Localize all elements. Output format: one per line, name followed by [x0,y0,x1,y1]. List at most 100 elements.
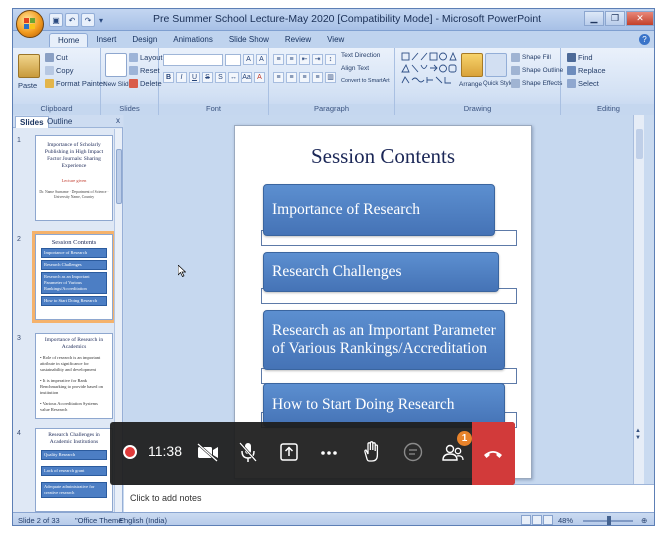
find-label: Find [578,53,593,62]
help-icon[interactable]: ? [639,34,650,45]
arrange-button[interactable]: Arrange [459,81,482,88]
fit-to-window-icon[interactable]: ⊕ [641,516,647,525]
slide-thumbnail-2[interactable]: 2 Session Contents Importance of Researc… [17,231,116,323]
language-indicator[interactable]: English (India) [119,516,167,525]
paste-icon[interactable] [18,54,40,78]
text-direction-button[interactable]: Text Direction [341,52,380,59]
meeting-controls: 11:38 1 [110,422,515,485]
font-name-box[interactable] [163,54,223,66]
tab-review[interactable]: Review [277,33,319,47]
shapes-gallery-icon[interactable] [401,52,457,86]
find-button[interactable]: Find [567,53,593,62]
new-slide-button[interactable]: New Slide [103,81,132,88]
camera-off-icon[interactable] [195,439,221,465]
restore-icon[interactable]: ❐ [605,11,625,26]
char-spacing-icon[interactable]: ↔ [228,72,239,83]
convert-smartart-button[interactable]: Convert to SmartArt [341,78,390,84]
slide-item-importance[interactable]: Importance of Research [263,184,495,236]
decrease-indent-icon[interactable]: ⇤ [299,54,310,65]
grow-font-icon[interactable]: A [243,54,254,65]
leave-call-button[interactable] [472,422,515,485]
slide-sorter-view-icon[interactable] [532,515,542,525]
justify-icon[interactable]: ≡ [312,72,323,83]
bullets-icon[interactable]: ≡ [273,54,284,65]
raise-hand-icon[interactable] [358,439,384,465]
customize-toolbar-icon[interactable]: ▾ [97,13,105,27]
align-center-icon[interactable]: ≡ [286,72,297,83]
tab-home[interactable]: Home [49,33,89,47]
underline-icon[interactable]: U [189,72,200,83]
shadow-icon[interactable]: S [215,72,226,83]
line-spacing-icon[interactable]: ↕ [325,54,336,65]
shape-fill-button[interactable]: Shape Fill [511,53,551,62]
tab-view[interactable]: View [319,33,352,47]
shape-effects-button[interactable]: Shape Effects [511,79,562,88]
italic-icon[interactable]: I [176,72,187,83]
font-color-icon[interactable]: A [254,72,265,83]
replace-button[interactable]: Replace [567,66,606,75]
tab-animations[interactable]: Animations [165,33,221,47]
mic-off-icon[interactable] [235,439,261,465]
copy-button[interactable]: Copy [45,66,74,75]
font-size-box[interactable] [225,54,241,66]
slide-thumbnail-3[interactable]: 3 Importance of Research in Academics • … [17,333,115,421]
notes-placeholder: Click to add notes [130,493,202,503]
tab-insert[interactable]: Insert [88,33,124,47]
shape-outline-button[interactable]: Shape Outline [511,66,563,75]
align-text-button[interactable]: Align Text [341,65,369,72]
close-icon[interactable]: ✕ [626,11,654,26]
tab-design[interactable]: Design [124,33,165,47]
align-left-icon[interactable]: ≡ [273,72,284,83]
slide-thumbnail-4[interactable]: 4 Research Challenges in Academic Instit… [17,428,115,512]
normal-view-icon[interactable] [521,515,531,525]
shrink-font-icon[interactable]: A [256,54,267,65]
slide-item-rankings[interactable]: Research as an Important Parameter of Va… [263,310,505,370]
chat-icon[interactable] [400,439,426,465]
arrange-icon[interactable] [461,53,483,77]
notes-pane[interactable]: Click to add notes [124,484,654,512]
recording-indicator-icon [123,445,137,459]
office-button[interactable] [16,10,44,38]
more-options-icon[interactable] [316,439,342,465]
increase-indent-icon[interactable]: ⇥ [312,54,323,65]
editor-scrollbar[interactable]: ▲ ▼ [633,115,644,484]
slide-item-challenges[interactable]: Research Challenges [263,252,499,292]
delete-button[interactable]: Delete [129,79,162,88]
strikethrough-icon[interactable]: S [202,72,213,83]
tab-slide-show[interactable]: Slide Show [221,33,277,47]
zoom-slider-knob[interactable] [607,516,611,525]
panel-close-icon[interactable]: x [116,116,120,125]
select-button[interactable]: Select [567,79,599,88]
quick-styles-icon[interactable] [485,53,507,77]
share-screen-icon[interactable] [276,439,302,465]
reset-button[interactable]: Reset [129,66,160,75]
cut-label: Cut [56,53,68,62]
change-case-icon[interactable]: Aa [241,72,252,83]
page-nav-arrows-icon[interactable]: ▲ ▼ [635,428,641,442]
redo-icon[interactable]: ↷ [81,13,95,27]
bold-icon[interactable]: B [163,72,174,83]
slide-title[interactable]: Session Contents [235,144,531,169]
new-slide-icon[interactable] [105,53,127,77]
undo-icon[interactable]: ↶ [65,13,79,27]
format-painter-label: Format Painter [56,79,106,88]
tab-outline[interactable]: Outline [43,116,76,128]
minimize-icon[interactable]: ▁ [584,11,604,26]
slide-count: Slide 2 of 33 [18,516,60,525]
save-icon[interactable]: ▣ [49,13,63,27]
slide-thumbnail-1[interactable]: 1 Importance of Scholarly Publishing in … [17,135,115,223]
paste-button[interactable]: Paste [18,81,37,90]
zoom-level[interactable]: 48% [558,516,573,525]
cut-button[interactable]: Cut [45,53,68,62]
columns-icon[interactable]: ▥ [325,72,336,83]
format-painter-button[interactable]: Format Painter [45,79,106,88]
scrollbar-thumb[interactable] [116,149,122,204]
align-right-icon[interactable]: ≡ [299,72,310,83]
slide-item-start[interactable]: How to Start Doing Research [263,383,505,427]
scrollbar-thumb[interactable] [636,129,643,159]
drawing-group: Arrange Quick Styles Shape Fill Shape Ou… [395,48,563,115]
shape-effects-label: Shape Effects [522,80,563,87]
layout-button[interactable]: Layout [129,53,163,62]
slide-show-view-icon[interactable] [543,515,553,525]
numbering-icon[interactable]: ≡ [286,54,297,65]
